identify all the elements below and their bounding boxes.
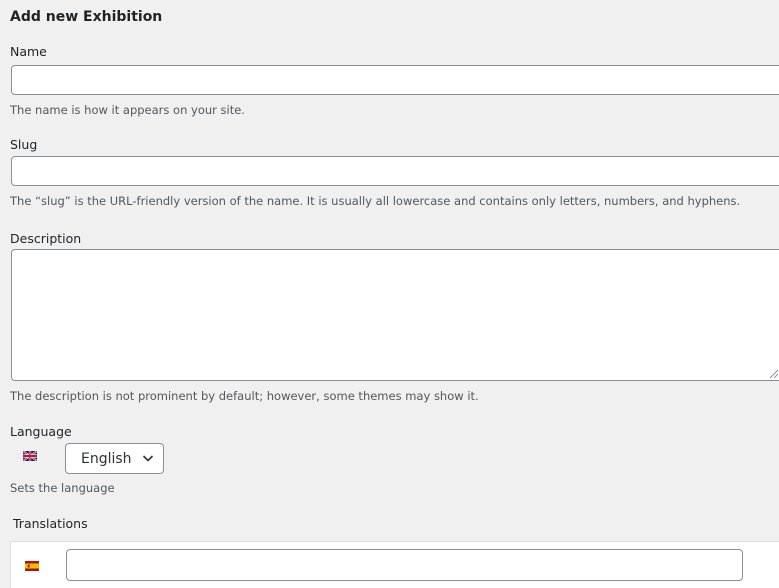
translation-input-spanish[interactable] — [66, 549, 743, 581]
form-title: Add new Exhibition — [10, 9, 163, 25]
slug-input[interactable] — [11, 156, 779, 186]
name-help-text: The name is how it appears on your site. — [10, 103, 245, 117]
add-exhibition-form: Add new Exhibition Name The name is how … — [0, 0, 779, 588]
resize-handle-icon[interactable] — [769, 369, 778, 378]
spain-flag-icon — [25, 561, 39, 571]
description-textarea[interactable] — [11, 249, 779, 381]
uk-flag-icon — [23, 451, 37, 461]
translations-label: Translations — [13, 516, 88, 531]
language-help-text: Sets the language — [10, 481, 115, 495]
name-label: Name — [10, 44, 47, 59]
description-label: Description — [10, 231, 82, 246]
slug-help-text: The “slug” is the URL-friendly version o… — [10, 194, 741, 208]
language-select-value: English — [81, 451, 132, 467]
slug-label: Slug — [10, 137, 38, 152]
language-label: Language — [10, 424, 72, 439]
translations-table — [10, 541, 779, 588]
language-select[interactable]: English — [65, 443, 164, 474]
name-input[interactable] — [11, 65, 779, 95]
description-help-text: The description is not prominent by defa… — [10, 389, 479, 403]
chevron-down-icon — [142, 455, 154, 462]
